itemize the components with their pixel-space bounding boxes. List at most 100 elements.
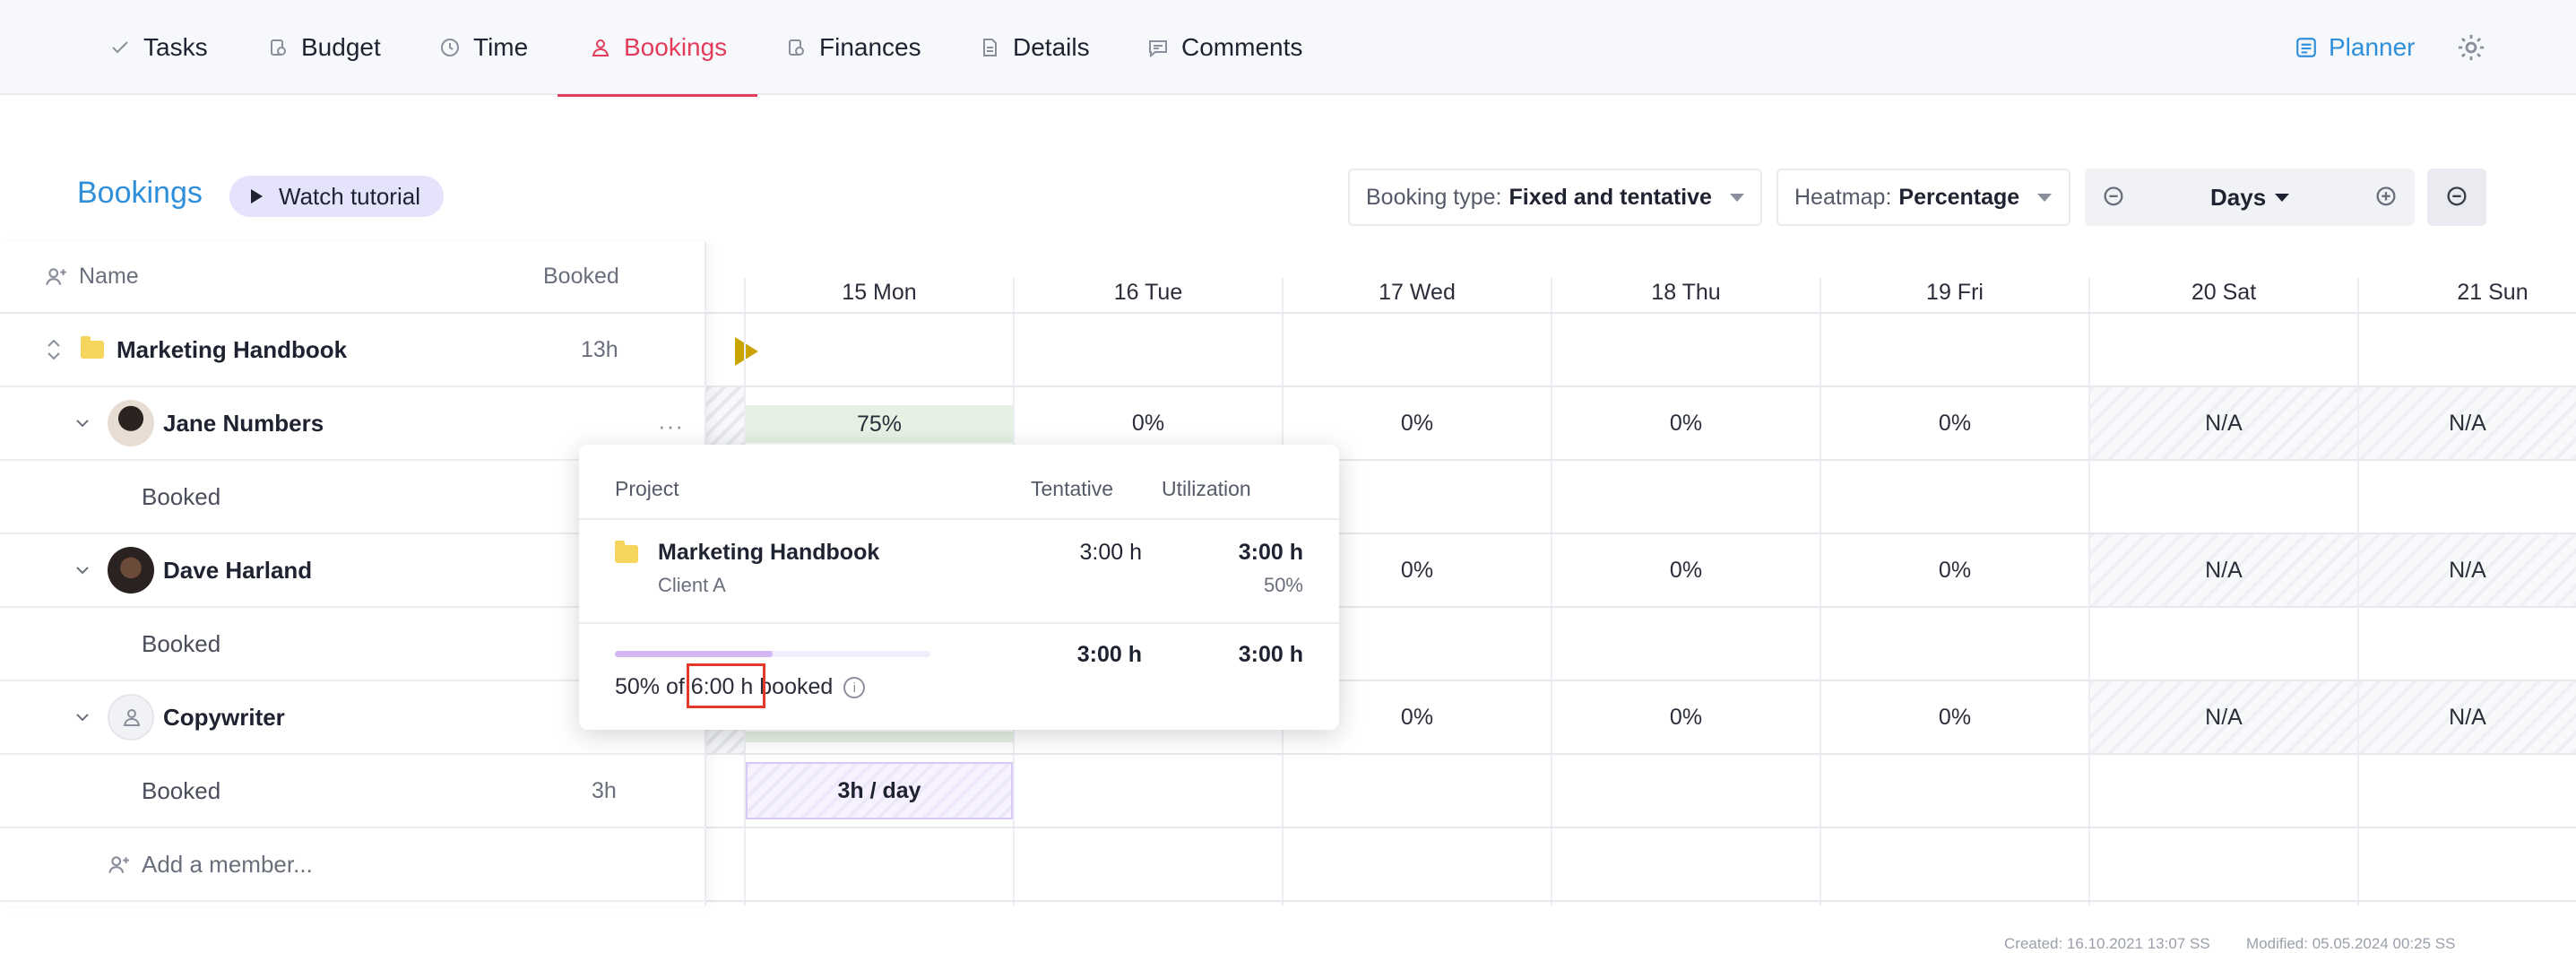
today-marker-icon — [735, 337, 758, 366]
tab-details[interactable]: Details — [979, 0, 1090, 95]
popover-project-name[interactable]: Marketing Handbook — [658, 540, 879, 566]
member-name: Copywriter — [163, 703, 285, 731]
summary-prefix: 50% of — [615, 674, 685, 699]
utilization-column-header: Utilization — [1162, 477, 1251, 500]
booked-row: Booked 3h — [0, 755, 706, 828]
check-icon — [112, 41, 128, 54]
page-title: Bookings — [77, 176, 203, 210]
zoom-level-dropdown[interactable]: Days — [2210, 169, 2290, 226]
zoom-level-value: Days — [2210, 183, 2267, 211]
expand-collapse-icon[interactable] — [45, 337, 63, 362]
utilization-cell[interactable]: 0% — [1821, 387, 2088, 459]
popover-utilization-percent: 50% — [1263, 574, 1303, 596]
day-header: 18 Thu — [1651, 280, 1721, 305]
tab-label: Bookings — [624, 33, 728, 61]
summary-suffix: booked — [759, 674, 834, 699]
utilization-cell[interactable]: N/A — [2090, 534, 2357, 606]
booking-type-value: Fixed and tentative — [1508, 184, 1712, 210]
tab-label: Comments — [1181, 33, 1303, 61]
budget-icon — [271, 39, 286, 56]
zoom-in-icon[interactable] — [2373, 185, 2399, 210]
tab-comments[interactable]: Comments — [1147, 0, 1302, 95]
project-name-text: Marketing Handbook — [117, 335, 348, 363]
day-header: 21 Sun — [2457, 280, 2528, 305]
utilization-cell[interactable]: N/A — [2359, 681, 2576, 753]
utilization-progress-fill — [615, 651, 773, 657]
add-member-row[interactable]: Add a member... — [0, 828, 706, 902]
planner-link[interactable]: Planner — [2295, 0, 2416, 95]
utilization-cell[interactable]: 0% — [1552, 387, 1820, 459]
table-header: Name Booked — [0, 242, 706, 314]
zoom-out-icon[interactable] — [2101, 185, 2126, 210]
chevron-down-icon — [2037, 193, 2053, 202]
booking-type-label: Booking type: — [1366, 184, 1502, 210]
top-navigation: Tasks Budget Time Bookings Finances Deta… — [0, 0, 2576, 97]
avatar — [108, 694, 154, 741]
highlight-box — [687, 663, 765, 708]
heatmap-dropdown[interactable]: Heatmap: Percentage — [1776, 169, 2070, 226]
day-header: 15 Mon — [842, 280, 917, 305]
member-name: Dave Harland — [163, 556, 313, 584]
chevron-down-icon[interactable] — [73, 561, 91, 579]
project-booked: 13h — [581, 336, 618, 362]
folder-icon — [81, 336, 104, 359]
chevron-down-icon — [1729, 193, 1744, 202]
booking-bar[interactable]: 3h / day — [746, 762, 1013, 819]
add-person-icon — [108, 856, 129, 873]
info-icon[interactable]: i — [843, 677, 866, 699]
comments-toggle-button[interactable] — [2427, 169, 2486, 226]
avatar — [108, 400, 154, 446]
chevron-down-icon[interactable] — [73, 708, 91, 726]
folder-icon — [615, 541, 638, 563]
member-name: Jane Numbers — [163, 409, 324, 437]
heatmap-value: Percentage — [1898, 184, 2020, 210]
add-person-icon — [46, 267, 66, 285]
tab-label: Details — [1013, 33, 1090, 61]
utilization-cell[interactable]: 0% — [1552, 681, 1820, 753]
utilization-cell[interactable]: N/A — [2090, 681, 2357, 753]
tab-tasks[interactable]: Tasks — [109, 0, 208, 95]
booking-type-dropdown[interactable]: Booking type: Fixed and tentative — [1348, 169, 1762, 226]
clock-icon — [441, 39, 459, 56]
tab-budget[interactable]: Budget — [267, 0, 381, 95]
utilization-cell[interactable] — [746, 732, 1013, 742]
project-column-header: Project — [615, 477, 679, 500]
name-column-header: Name — [45, 264, 139, 290]
heatmap-label: Heatmap: — [1794, 184, 1892, 210]
play-icon — [251, 189, 263, 204]
utilization-cell[interactable]: 0% — [1821, 681, 2088, 753]
tab-label: Tasks — [143, 33, 208, 61]
tutorial-label: Watch tutorial — [279, 182, 420, 210]
day-header: 19 Fri — [1926, 280, 1984, 305]
planner-label: Planner — [2329, 33, 2416, 61]
tab-time[interactable]: Time — [439, 0, 528, 95]
utilization-cell[interactable]: 75% — [746, 405, 1013, 443]
comment-icon — [1149, 40, 1167, 58]
comment-icon — [2447, 186, 2467, 206]
planner-icon — [2296, 38, 2316, 57]
chevron-down-icon[interactable] — [73, 414, 91, 432]
utilization-cell[interactable]: 0% — [1552, 534, 1820, 606]
booked-value: 3h — [592, 777, 617, 803]
day-header: 16 Tue — [1113, 280, 1183, 305]
booked-column-header: Booked — [543, 264, 619, 289]
finances-icon — [789, 39, 804, 56]
utilization-cell[interactable]: 0% — [1821, 534, 2088, 606]
more-options-icon[interactable]: ··· — [658, 412, 684, 440]
gear-icon[interactable] — [2456, 32, 2486, 63]
popover-total-utilization: 3:00 h — [1238, 642, 1303, 667]
tentative-column-header: Tentative — [1031, 477, 1114, 500]
created-timestamp: Created: 16.10.2021 13:07 SS — [2004, 935, 2210, 952]
tab-label: Time — [473, 33, 529, 61]
day-header: 20 Sat — [2191, 280, 2257, 305]
popover-tentative: 3:00 h — [1079, 540, 1142, 565]
day-header: 17 Wed — [1379, 280, 1456, 305]
tab-label: Finances — [819, 33, 921, 61]
utilization-cell[interactable]: N/A — [2359, 387, 2576, 459]
utilization-cell[interactable]: N/A — [2090, 387, 2357, 459]
watch-tutorial-button[interactable]: Watch tutorial — [229, 176, 444, 217]
tab-bookings[interactable]: Bookings — [557, 0, 758, 97]
project-row[interactable]: Marketing Handbook 13h — [0, 314, 706, 387]
tab-finances[interactable]: Finances — [785, 0, 921, 95]
utilization-cell[interactable]: N/A — [2359, 534, 2576, 606]
